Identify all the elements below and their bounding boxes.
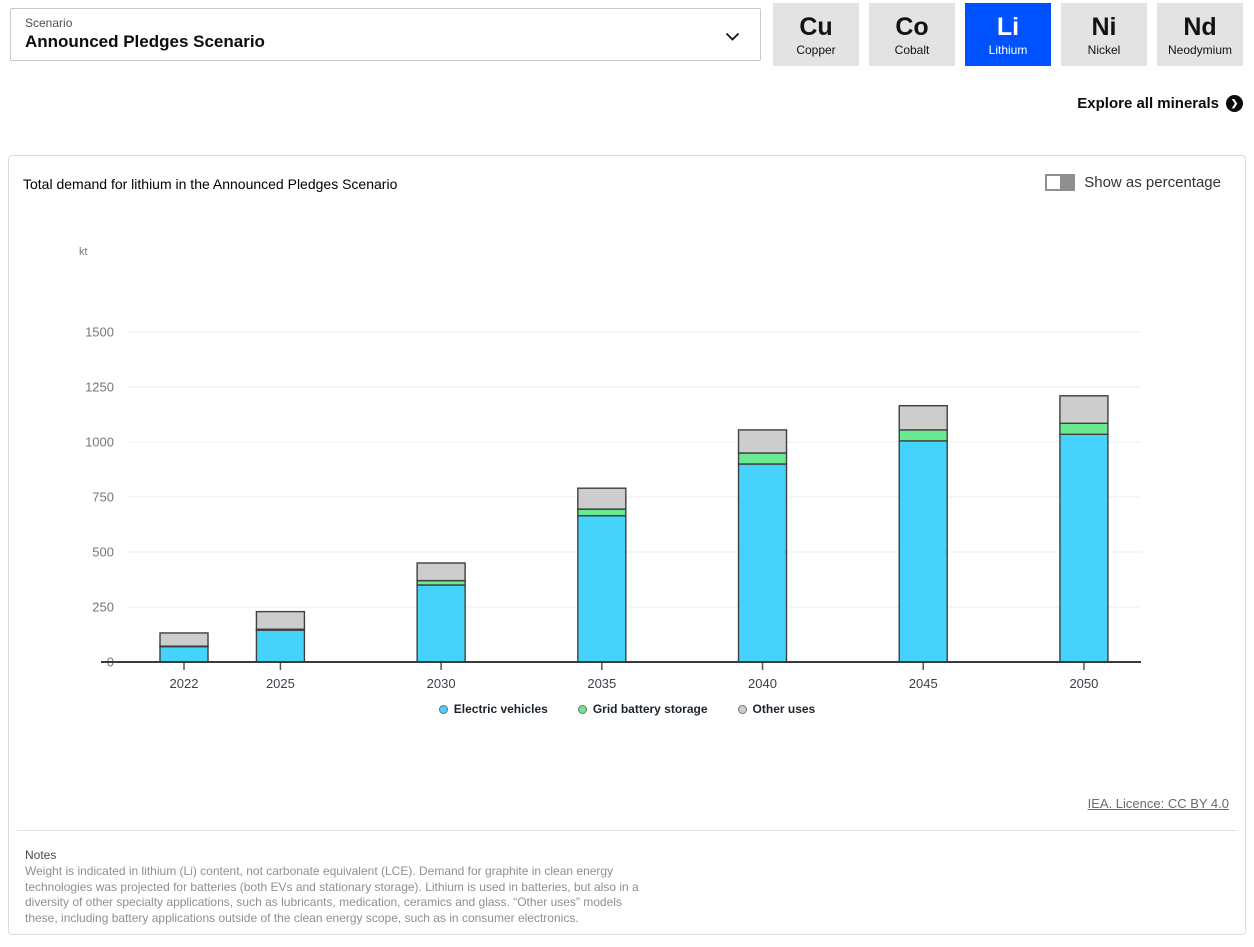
- bar-2030-electric-vehicles[interactable]: [417, 585, 465, 662]
- bar-2050-grid-battery-storage[interactable]: [1060, 423, 1108, 434]
- legend-dot: [578, 705, 587, 714]
- toggle-track[interactable]: [1045, 174, 1075, 191]
- explore-all-minerals-label: Explore all minerals: [1077, 95, 1219, 112]
- bar-2025-electric-vehicles[interactable]: [256, 630, 304, 662]
- legend-label: Other uses: [753, 702, 816, 716]
- bar-2040-grid-battery-storage[interactable]: [739, 453, 787, 464]
- bar-2022-other-uses[interactable]: [160, 633, 208, 646]
- bar-2040-electric-vehicles[interactable]: [739, 464, 787, 662]
- y-tick-label: 1000: [85, 435, 114, 450]
- notes-text: Weight is indicated in lithium (Li) cont…: [25, 864, 642, 926]
- chevron-down-icon: [725, 32, 740, 41]
- x-axis-label-2025: 2025: [266, 676, 295, 691]
- x-axis-label-2035: 2035: [587, 676, 616, 691]
- legend-label: Grid battery storage: [593, 702, 708, 716]
- mineral-button-cobalt[interactable]: CoCobalt: [869, 3, 955, 66]
- arrow-right-circle-icon: ❯: [1226, 95, 1243, 112]
- bar-2025-other-uses[interactable]: [256, 612, 304, 630]
- scenario-dropdown-label: Scenario: [25, 16, 72, 30]
- y-tick-label: 250: [92, 600, 114, 615]
- y-tick-label: 1500: [85, 325, 114, 340]
- mineral-button-nickel[interactable]: NiNickel: [1061, 3, 1147, 66]
- bar-2040-other-uses[interactable]: [739, 430, 787, 453]
- y-tick-label: 1250: [85, 380, 114, 395]
- x-axis-label-2030: 2030: [427, 676, 456, 691]
- notes-heading: Notes: [25, 848, 56, 862]
- mineral-name: Copper: [796, 43, 835, 57]
- bar-2035-other-uses[interactable]: [578, 488, 626, 509]
- bar-2045-electric-vehicles[interactable]: [899, 441, 947, 662]
- y-tick-label: 500: [92, 545, 114, 560]
- legend-item-grid-battery-storage[interactable]: Grid battery storage: [578, 702, 708, 716]
- bar-2050-electric-vehicles[interactable]: [1060, 434, 1108, 662]
- mineral-symbol: Cu: [799, 14, 832, 42]
- page: Scenario Announced Pledges Scenario CuCo…: [0, 0, 1254, 947]
- legend-dot: [738, 705, 747, 714]
- x-axis-label-2045: 2045: [909, 676, 938, 691]
- x-axis-label-2050: 2050: [1069, 676, 1098, 691]
- bar-2045-grid-battery-storage[interactable]: [899, 430, 947, 441]
- mineral-symbol: Ni: [1092, 14, 1117, 42]
- bar-2050-other-uses[interactable]: [1060, 396, 1108, 424]
- mineral-button-lithium[interactable]: LiLithium: [965, 3, 1051, 66]
- y-tick-label: 750: [92, 490, 114, 505]
- mineral-symbol: Nd: [1183, 14, 1216, 42]
- toggle-knob: [1047, 176, 1060, 189]
- scenario-dropdown[interactable]: Scenario Announced Pledges Scenario: [10, 8, 761, 61]
- legend-dot: [439, 705, 448, 714]
- mineral-button-neodymium[interactable]: NdNeodymium: [1157, 3, 1243, 66]
- show-as-percentage-toggle[interactable]: Show as percentage: [1045, 174, 1221, 191]
- mineral-symbol: Li: [997, 14, 1019, 42]
- chart-title: Total demand for lithium in the Announce…: [23, 176, 397, 192]
- legend-item-other-uses[interactable]: Other uses: [738, 702, 816, 716]
- chart-legend: Electric vehicles Grid battery storage Oth…: [9, 702, 1245, 716]
- bar-2035-grid-battery-storage[interactable]: [578, 509, 626, 516]
- mineral-button-copper[interactable]: CuCopper: [773, 3, 859, 66]
- mineral-name: Neodymium: [1168, 43, 1232, 57]
- bar-2030-other-uses[interactable]: [417, 563, 465, 581]
- mineral-name: Nickel: [1088, 43, 1121, 57]
- legend-item-electric-vehicles[interactable]: Electric vehicles: [439, 702, 548, 716]
- notes-divider: [17, 830, 1237, 831]
- x-axis-label-2040: 2040: [748, 676, 777, 691]
- mineral-name: Cobalt: [895, 43, 930, 57]
- bar-2022-electric-vehicles[interactable]: [160, 647, 208, 662]
- mineral-selector: CuCopperCoCobaltLiLithiumNiNickelNdNeody…: [773, 3, 1243, 66]
- scenario-dropdown-value: Announced Pledges Scenario: [25, 32, 265, 52]
- mineral-symbol: Co: [895, 14, 928, 42]
- x-axis-label-2022: 2022: [170, 676, 199, 691]
- mineral-name: Lithium: [989, 43, 1028, 57]
- stacked-bar-chart: 0250500750100012501500202220252030203520…: [9, 241, 1247, 703]
- chart-panel: Total demand for lithium in the Announce…: [8, 155, 1246, 935]
- licence-link[interactable]: IEA. Licence: CC BY 4.0: [1088, 796, 1229, 811]
- bar-2035-electric-vehicles[interactable]: [578, 516, 626, 662]
- toggle-label: Show as percentage: [1084, 174, 1221, 191]
- bar-2045-other-uses[interactable]: [899, 406, 947, 430]
- explore-all-minerals-link[interactable]: Explore all minerals ❯: [1077, 95, 1243, 112]
- legend-label: Electric vehicles: [454, 702, 548, 716]
